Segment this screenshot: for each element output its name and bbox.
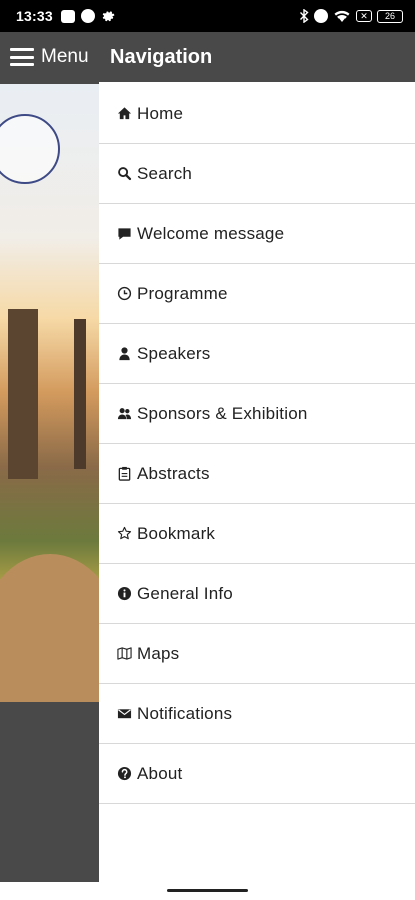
info-icon <box>116 586 132 602</box>
nav-item-label: Search <box>137 163 193 183</box>
nav-item-programme[interactable]: Programme <box>99 264 415 324</box>
question-icon <box>116 766 132 782</box>
nav-item-label: Maps <box>137 643 180 663</box>
status-left-icons <box>60 9 115 23</box>
clipboard-icon <box>116 466 132 482</box>
spire <box>74 319 86 469</box>
menu-toggle-button[interactable]: Menu <box>0 32 99 82</box>
nav-item-abstracts[interactable]: Abstracts <box>99 444 415 504</box>
vibrate-icon <box>314 9 328 23</box>
map-icon <box>116 646 132 662</box>
navigation-header: Navigation <box>99 32 415 82</box>
nav-item-label: Notifications <box>137 703 233 723</box>
nav-item-label: Bookmark <box>137 523 216 543</box>
nav-item-label: Sponsors & Exhibition <box>137 403 308 423</box>
message-icon <box>116 226 132 242</box>
nav-item-notifications[interactable]: Notifications <box>99 684 415 744</box>
hill <box>0 554 99 702</box>
nav-item-bookmark[interactable]: Bookmark <box>99 504 415 564</box>
status-right-icons: ✕ 26 <box>299 9 403 23</box>
status-bar: 13:33 ✕ 26 <box>0 0 415 32</box>
status-time: 13:33 <box>16 8 53 24</box>
nav-item-label: About <box>137 763 183 783</box>
settings-gear-icon <box>101 9 115 23</box>
navigation-menu: Home Search Welcome message Programme Sp… <box>99 84 415 804</box>
no-sim-icon: ✕ <box>356 10 372 22</box>
gesture-navigation-bar[interactable] <box>167 889 248 892</box>
background-panel: Menu <box>0 32 99 882</box>
star-icon <box>116 526 132 542</box>
wifi-icon <box>333 9 351 23</box>
nav-item-home[interactable]: Home <box>99 84 415 144</box>
nav-item-welcome-message[interactable]: Welcome message <box>99 204 415 264</box>
clock-tower <box>8 309 38 479</box>
edinburgh-photo <box>0 84 99 702</box>
search-icon <box>116 166 132 182</box>
home-icon <box>116 106 132 122</box>
navigation-title: Navigation <box>110 45 213 68</box>
nav-item-maps[interactable]: Maps <box>99 624 415 684</box>
nav-item-general-info[interactable]: General Info <box>99 564 415 624</box>
notes-icon <box>60 9 75 23</box>
battery-icon: 26 <box>377 9 403 23</box>
nav-item-label: Home <box>137 103 184 123</box>
nav-item-label: Programme <box>137 283 228 303</box>
nav-item-label: Abstracts <box>137 463 210 483</box>
nav-item-label: Speakers <box>137 343 211 363</box>
app-notification-icon <box>80 9 95 23</box>
nav-item-about[interactable]: About <box>99 744 415 804</box>
clock-icon <box>116 286 132 302</box>
nav-item-search[interactable]: Search <box>99 144 415 204</box>
nav-item-sponsors-exhibition[interactable]: Sponsors & Exhibition <box>99 384 415 444</box>
users-icon <box>116 406 132 422</box>
hamburger-icon <box>10 48 34 66</box>
conference-logo-icon <box>0 114 60 184</box>
nav-item-label: General Info <box>137 583 233 603</box>
menu-label: Menu <box>41 46 89 67</box>
nav-item-speakers[interactable]: Speakers <box>99 324 415 384</box>
envelope-icon <box>116 706 132 722</box>
user-icon <box>116 346 132 362</box>
nav-item-label: Welcome message <box>137 223 285 243</box>
bluetooth-icon <box>299 9 309 23</box>
